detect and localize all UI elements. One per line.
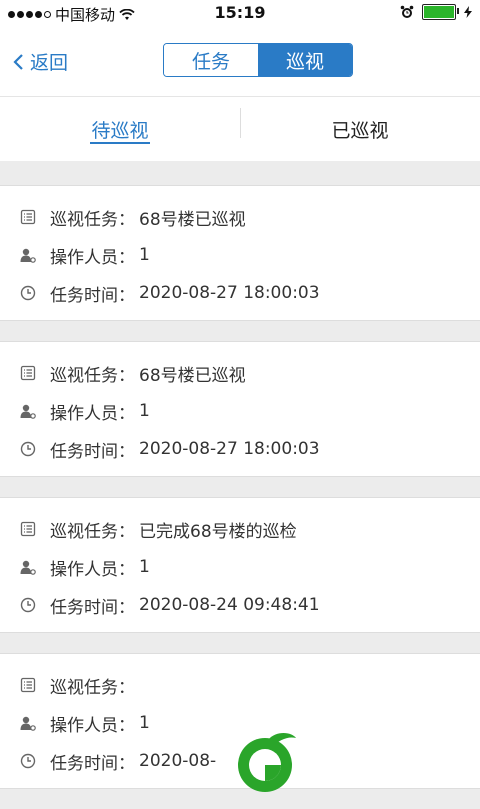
patrol-card[interactable]: 巡视任务： 68号楼已巡视 操作人员： 1 任务时间： 2020-08-27 18:00:… — [0, 341, 480, 477]
operator-value: 1 — [139, 401, 150, 421]
person-icon — [20, 559, 36, 575]
task-label: 巡视任务： — [50, 521, 135, 542]
charging-icon — [464, 6, 472, 18]
tab-pending-patrol[interactable]: 待巡视 — [0, 97, 240, 161]
status-right — [400, 4, 472, 20]
operator-label: 操作人员： — [50, 403, 135, 424]
list-icon — [20, 365, 36, 381]
operator-label: 操作人员： — [50, 559, 135, 580]
tab-active-underline — [90, 142, 150, 144]
alarm-icon — [400, 5, 414, 18]
time-value: 2020-08-24 09:48:41 — [139, 595, 320, 615]
task-label: 巡视任务： — [50, 365, 135, 386]
patrol-card[interactable]: 巡视任务： 68号楼已巡视 操作人员： 1 任务时间： 2020-08-27 18:00:… — [0, 185, 480, 321]
time-value: 2020-08-27 18:00:03 — [139, 283, 320, 303]
task-row: 巡视任务： 已完成68号楼的巡检 — [0, 510, 480, 548]
task-label: 巡视任务： — [50, 677, 135, 698]
back-button[interactable]: 返回 — [12, 48, 68, 75]
person-icon — [20, 247, 36, 263]
operator-row: 操作人员： 1 — [0, 236, 480, 274]
tab-patrolled[interactable]: 已巡视 — [240, 97, 480, 161]
tab-pending-label: 待巡视 — [91, 119, 149, 142]
operator-label: 操作人员： — [50, 715, 135, 736]
clock-icon — [20, 597, 36, 613]
list-icon — [20, 521, 36, 537]
segment-patrol[interactable]: 巡视 — [258, 44, 352, 76]
tab-divider — [240, 108, 241, 138]
operator-value: 1 — [139, 713, 150, 733]
task-label: 巡视任务： — [50, 209, 135, 230]
time-label: 任务时间： — [50, 597, 135, 618]
back-label: 返回 — [30, 52, 69, 74]
clock-icon — [20, 285, 36, 301]
time-row: 任务时间： 2020-08-24 09:48:41 — [0, 586, 480, 624]
tab-patrolled-label: 已巡视 — [331, 119, 389, 142]
segment-task[interactable]: 任务 — [164, 44, 258, 76]
task-row: 巡视任务： 68号楼已巡视 — [0, 354, 480, 392]
time-value: 2020-08- — [139, 751, 217, 771]
operator-label: 操作人员： — [50, 247, 135, 268]
chevron-left-icon — [13, 53, 23, 70]
battery-icon — [422, 4, 459, 20]
time-label: 任务时间： — [50, 441, 135, 462]
person-icon — [20, 403, 36, 419]
task-row: 巡视任务： 68号楼已巡视 — [0, 198, 480, 236]
operator-value: 1 — [139, 245, 150, 265]
clock-icon — [20, 441, 36, 457]
list-icon — [20, 677, 36, 693]
person-icon — [20, 715, 36, 731]
patrol-card[interactable]: 巡视任务： 已完成68号楼的巡检 操作人员： 1 任务时间： 2020-08-24 09:… — [0, 497, 480, 633]
time-label: 任务时间： — [50, 285, 135, 306]
operator-row: 操作人员： 1 — [0, 392, 480, 430]
nav-bar: 返回 任务 巡视 — [0, 26, 480, 97]
task-row: 巡视任务： — [0, 666, 480, 704]
status-bar: 中国移动 15:19 — [0, 0, 480, 26]
patrol-list: 巡视任务： 68号楼已巡视 操作人员： 1 任务时间： 2020-08-27 18:00:… — [0, 185, 480, 809]
task-value: 68号楼已巡视 — [139, 209, 246, 230]
time-label: 任务时间： — [50, 753, 135, 774]
logo-icon — [238, 733, 296, 792]
task-value: 已完成68号楼的巡检 — [139, 521, 297, 542]
list-icon — [20, 209, 36, 225]
operator-row: 操作人员： 1 — [0, 548, 480, 586]
segmented-control: 任务 巡视 — [163, 43, 353, 77]
time-row: 任务时间： 2020-08-27 18:00:03 — [0, 274, 480, 312]
operator-value: 1 — [139, 557, 150, 577]
task-value: 68号楼已巡视 — [139, 365, 246, 386]
time-value: 2020-08-27 18:00:03 — [139, 439, 320, 459]
time-row: 任务时间： 2020-08-27 18:00:03 — [0, 430, 480, 468]
clock-icon — [20, 753, 36, 769]
